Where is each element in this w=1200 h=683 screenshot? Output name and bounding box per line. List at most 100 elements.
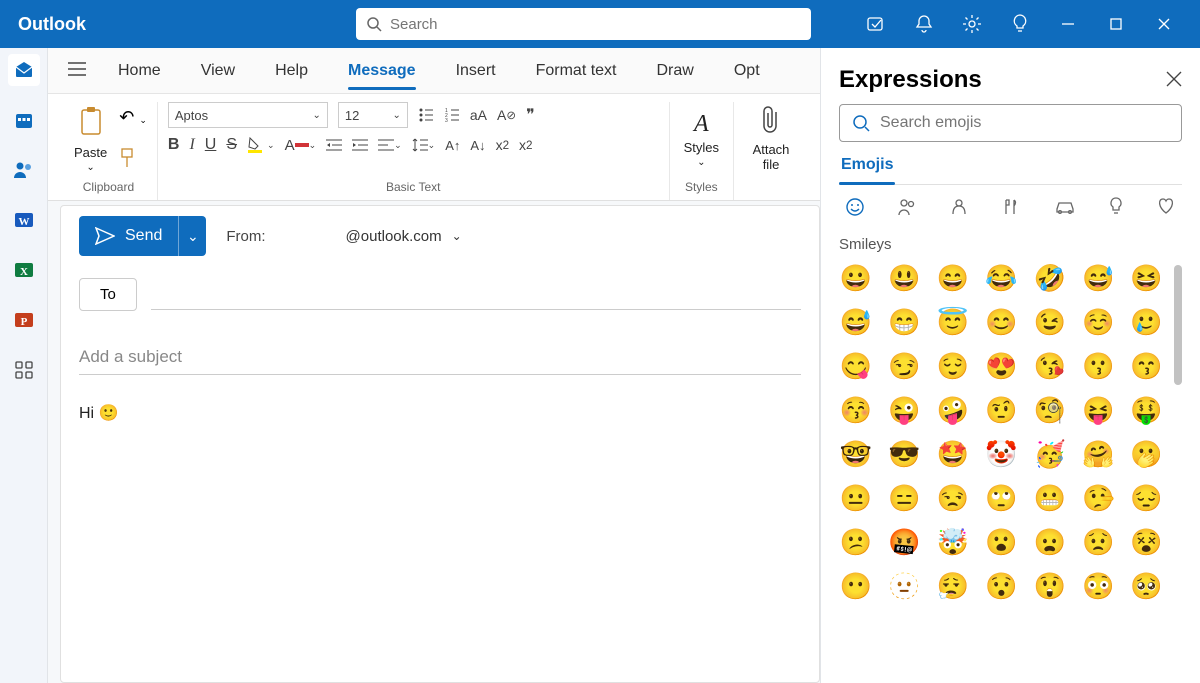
emoji-cell[interactable]: 😎 — [887, 437, 921, 471]
cat-food-icon[interactable] — [1001, 197, 1021, 222]
emoji-cell[interactable]: 😔 — [1130, 481, 1164, 515]
tab-emojis[interactable]: Emojis — [839, 156, 895, 184]
calendar-app-icon[interactable] — [8, 104, 40, 136]
emoji-cell[interactable]: 😮‍💨 — [936, 569, 970, 603]
close-button[interactable] — [1140, 0, 1188, 48]
subject-input[interactable] — [79, 339, 801, 375]
cat-animals-icon[interactable] — [949, 197, 969, 222]
emoji-cell[interactable]: 😵 — [1130, 525, 1164, 559]
meet-now-icon[interactable] — [852, 0, 900, 48]
menu-format-text[interactable]: Format text — [516, 48, 637, 94]
tips-icon[interactable] — [996, 0, 1044, 48]
emoji-cell[interactable]: 🤯 — [936, 525, 970, 559]
menu-options[interactable]: Opt — [714, 48, 780, 94]
line-spacing-button[interactable]: ⌄ — [412, 137, 436, 153]
emoji-cell[interactable]: 🤑 — [1130, 393, 1164, 427]
emoji-cell[interactable]: 😇 — [936, 305, 970, 339]
emoji-cell[interactable]: 🤣 — [1033, 261, 1067, 295]
emoji-cell[interactable]: 😲 — [1033, 569, 1067, 603]
emoji-cell[interactable]: 😊 — [984, 305, 1018, 339]
emoji-cell[interactable]: 😬 — [1033, 481, 1067, 515]
panel-close-icon[interactable] — [1166, 71, 1182, 90]
emoji-cell[interactable]: 🫢 — [1130, 437, 1164, 471]
emoji-cell[interactable]: 😍 — [984, 349, 1018, 383]
strikethrough-button[interactable]: S — [226, 136, 237, 154]
quote-icon[interactable]: ❞ — [526, 105, 535, 125]
emoji-cell[interactable]: 🥳 — [1033, 437, 1067, 471]
to-input[interactable] — [151, 280, 801, 310]
emoji-cell[interactable]: 😦 — [1033, 525, 1067, 559]
emoji-cell[interactable]: 😉 — [1033, 305, 1067, 339]
from-value[interactable]: @outlook.com ⌄ — [346, 228, 462, 245]
menu-insert[interactable]: Insert — [436, 48, 516, 94]
bullets-icon[interactable] — [418, 107, 434, 123]
undo-button[interactable]: ↶ ⌄ — [119, 107, 147, 128]
excel-app-icon[interactable]: X — [8, 254, 40, 286]
emoji-cell[interactable]: 🤬 — [887, 525, 921, 559]
emoji-cell[interactable]: 😋 — [839, 349, 873, 383]
word-app-icon[interactable]: W — [8, 204, 40, 236]
settings-icon[interactable] — [948, 0, 996, 48]
underline-button[interactable]: U — [205, 136, 217, 154]
emoji-search-input[interactable] — [880, 114, 1169, 132]
hamburger-icon[interactable] — [62, 56, 98, 85]
message-body[interactable]: Hi 🙂 — [79, 403, 801, 423]
emoji-cell[interactable]: 😏 — [887, 349, 921, 383]
italic-button[interactable]: I — [189, 136, 194, 154]
menu-message[interactable]: Message — [328, 48, 436, 94]
send-dropdown[interactable]: ⌄ — [178, 216, 206, 256]
cat-smileys-icon[interactable] — [845, 197, 865, 222]
menu-help[interactable]: Help — [255, 48, 328, 94]
emoji-cell[interactable]: 😙 — [1130, 349, 1164, 383]
emoji-cell[interactable]: 😐 — [839, 481, 873, 515]
emoji-cell[interactable]: 😘 — [1033, 349, 1067, 383]
global-search[interactable] — [356, 8, 811, 40]
emoji-cell[interactable]: 😅 — [1081, 261, 1115, 295]
align-button[interactable]: ⌄ — [378, 138, 402, 152]
emoji-cell[interactable]: 🤗 — [1081, 437, 1115, 471]
emoji-cell[interactable]: 😕 — [839, 525, 873, 559]
change-case-icon[interactable]: aA — [470, 107, 487, 123]
emoji-cell[interactable]: 🙄 — [984, 481, 1018, 515]
cat-objects-icon[interactable] — [1108, 197, 1124, 222]
clear-formatting-icon[interactable]: A⊘ — [497, 107, 516, 123]
emoji-cell[interactable]: 😀 — [839, 261, 873, 295]
increase-font-icon[interactable]: A↑ — [445, 138, 460, 153]
emoji-cell[interactable]: 🤓 — [839, 437, 873, 471]
decrease-font-icon[interactable]: A↓ — [470, 138, 485, 153]
subscript-icon[interactable]: x2 — [496, 137, 509, 153]
emoji-cell[interactable]: 🤡 — [984, 437, 1018, 471]
font-size-select[interactable]: 12⌄ — [338, 102, 408, 128]
decrease-indent-icon[interactable] — [326, 138, 342, 152]
emoji-cell[interactable]: 😟 — [1081, 525, 1115, 559]
emoji-cell[interactable]: 😅 — [839, 305, 873, 339]
font-color-button[interactable]: A ⌄ — [285, 137, 317, 154]
to-button[interactable]: To — [79, 278, 137, 311]
emoji-cell[interactable]: 😚 — [839, 393, 873, 427]
emoji-cell[interactable]: 😝 — [1081, 393, 1115, 427]
people-app-icon[interactable] — [8, 154, 40, 186]
emoji-cell[interactable]: 😜 — [887, 393, 921, 427]
emoji-cell[interactable]: 😃 — [887, 261, 921, 295]
highlight-button[interactable]: ⌄ — [247, 136, 275, 154]
mail-app-icon[interactable] — [8, 54, 40, 86]
minimize-button[interactable] — [1044, 0, 1092, 48]
emoji-cell[interactable]: 😌 — [936, 349, 970, 383]
emoji-cell[interactable]: 😗 — [1081, 349, 1115, 383]
attach-file-button[interactable]: Attach file — [744, 106, 798, 172]
cat-people-icon[interactable] — [897, 197, 917, 222]
emoji-cell[interactable]: 🥲 — [1130, 305, 1164, 339]
increase-indent-icon[interactable] — [352, 138, 368, 152]
emoji-cell[interactable]: 🥺 — [1130, 569, 1164, 603]
send-button[interactable]: Send — [79, 216, 178, 256]
font-name-select[interactable]: Aptos⌄ — [168, 102, 328, 128]
paste-button[interactable]: Paste ⌄ — [70, 106, 111, 173]
emoji-cell[interactable]: 😁 — [887, 305, 921, 339]
cat-symbols-icon[interactable] — [1156, 197, 1176, 222]
emoji-cell[interactable]: 😑 — [887, 481, 921, 515]
emoji-cell[interactable]: 😆 — [1130, 261, 1164, 295]
emoji-cell[interactable]: 🤩 — [936, 437, 970, 471]
emoji-cell[interactable]: 🤪 — [936, 393, 970, 427]
emoji-cell[interactable]: 🧐 — [1033, 393, 1067, 427]
powerpoint-app-icon[interactable]: P — [8, 304, 40, 336]
